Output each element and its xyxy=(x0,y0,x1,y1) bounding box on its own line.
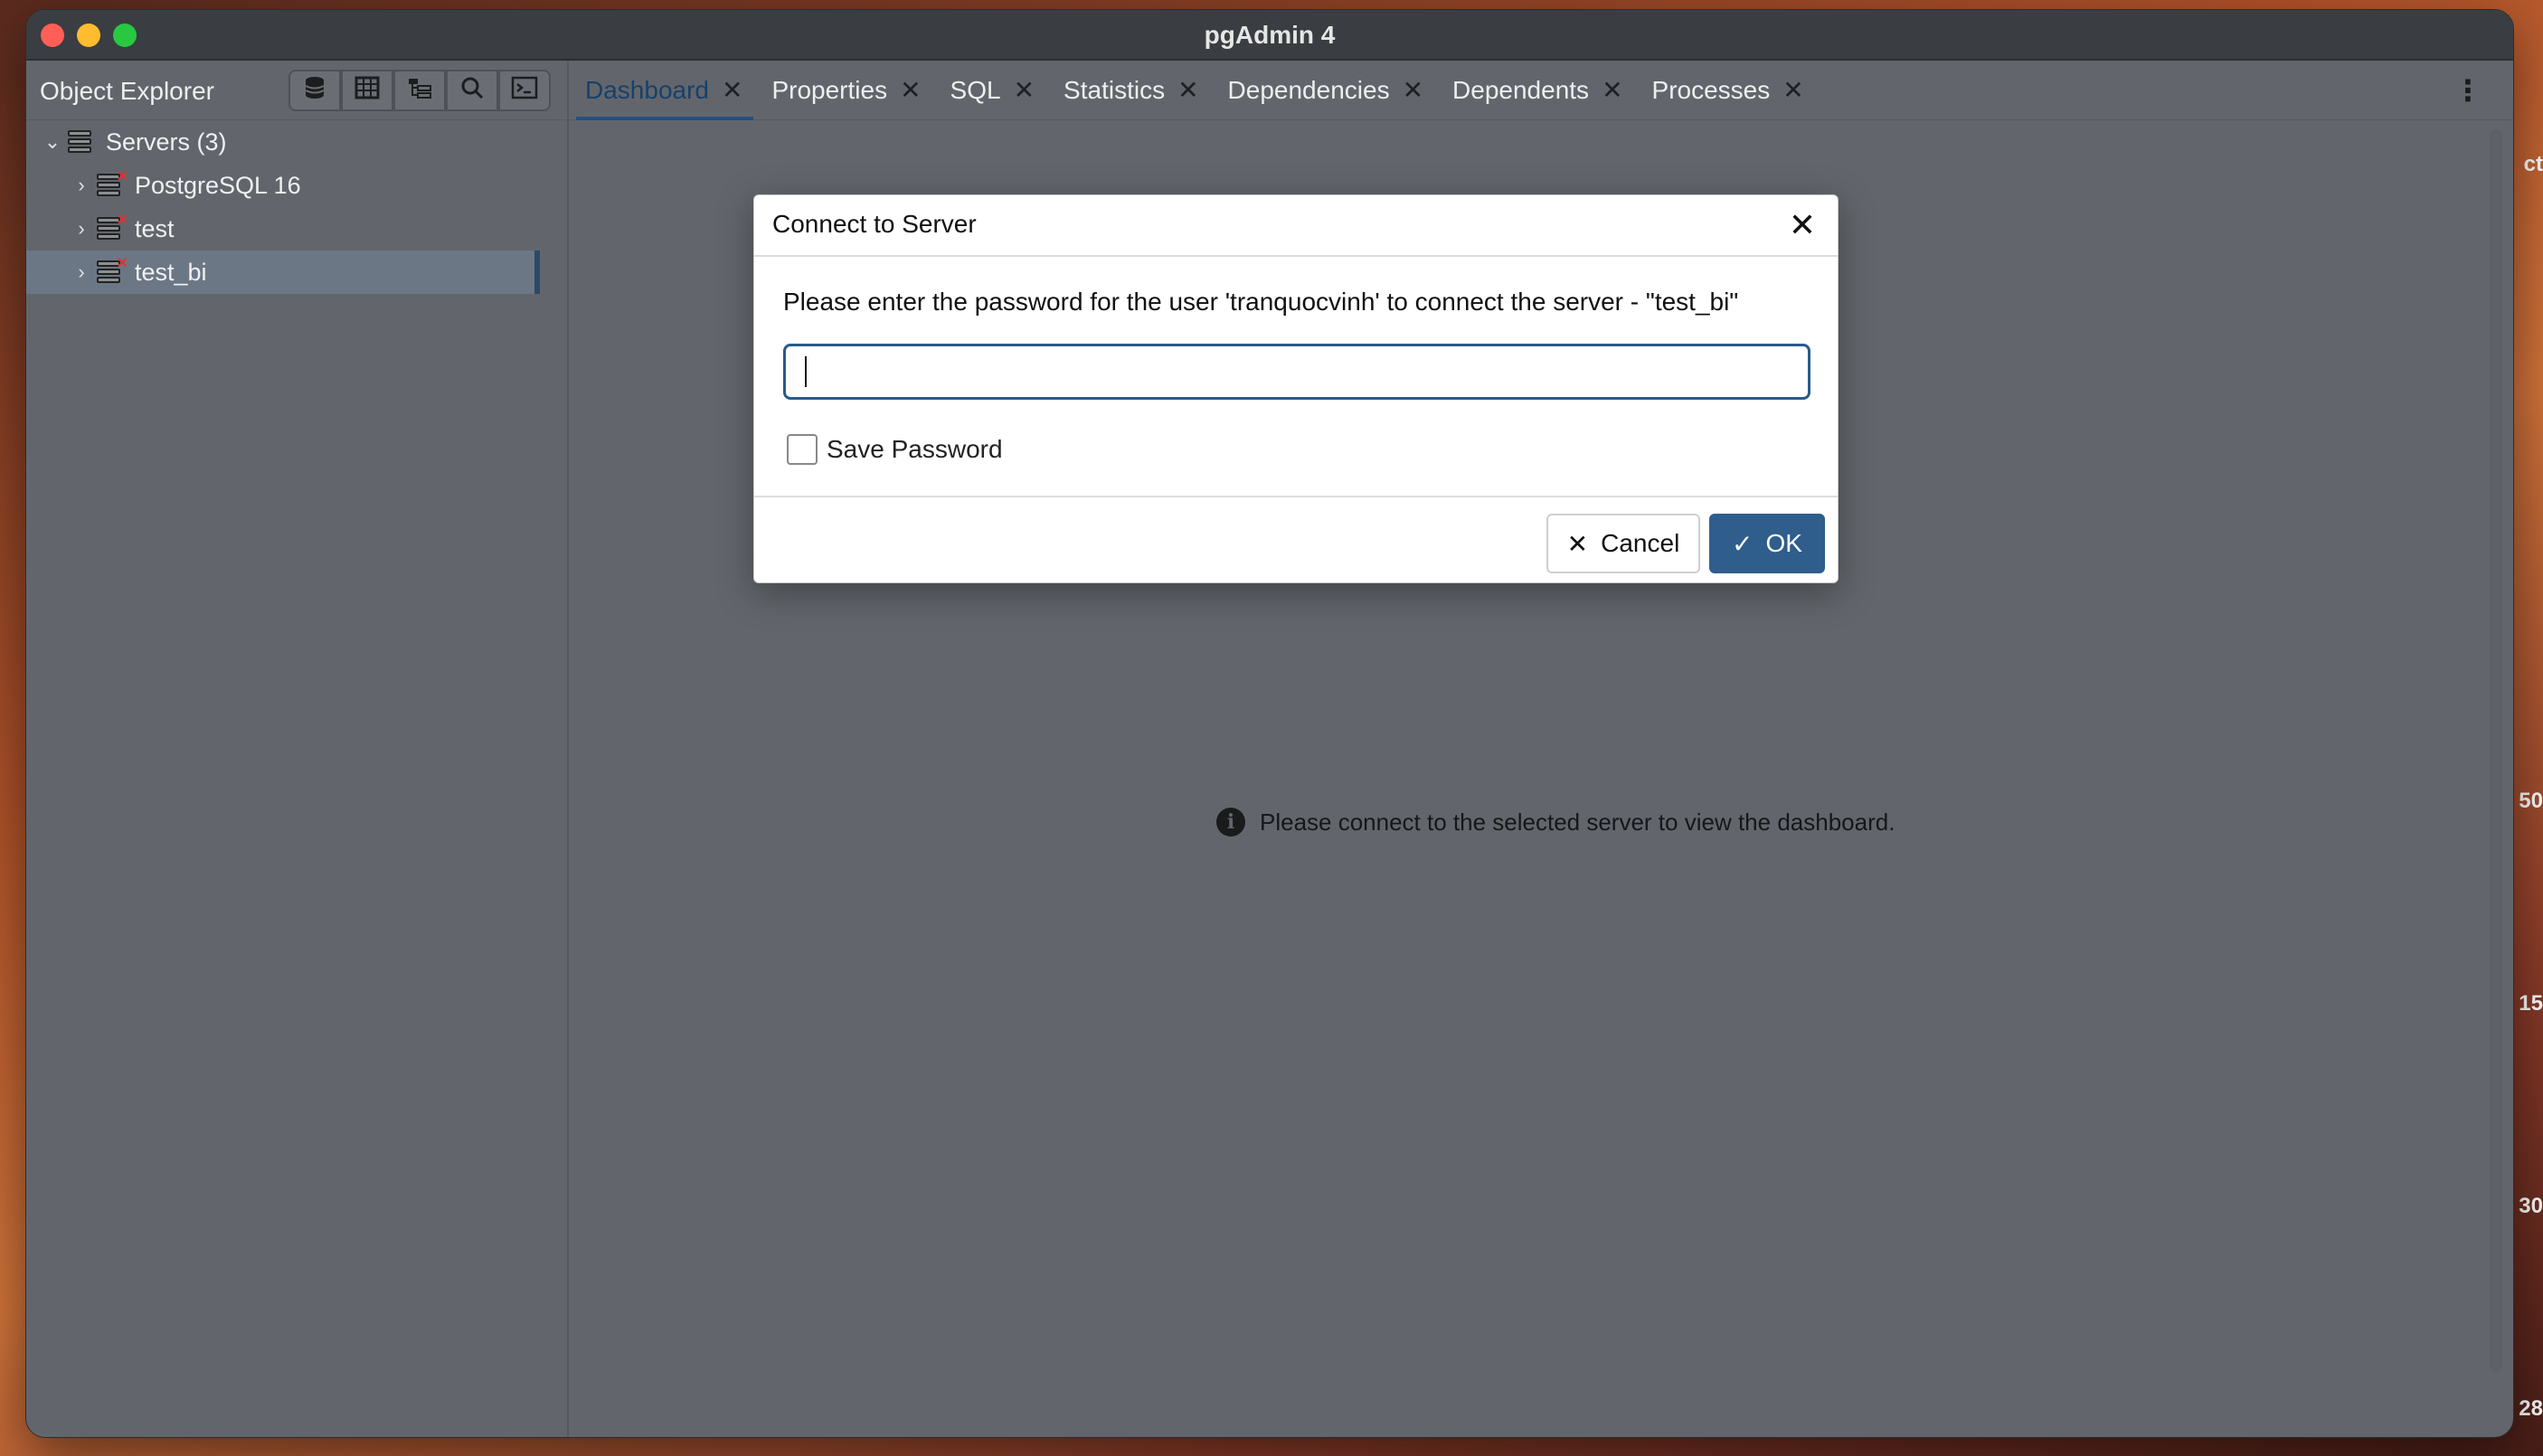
object-tree: ⌄ Servers (3) › × PostgreSQL 16 › × test xyxy=(26,120,567,294)
tab-processes[interactable]: Processes ✕ xyxy=(1652,61,1815,120)
tab-statistics[interactable]: Statistics ✕ xyxy=(1064,61,1210,120)
tree-node-label: Servers (3) xyxy=(106,128,227,156)
chevron-down-icon[interactable]: ⌄ xyxy=(39,130,66,154)
tab-label: Dashboard xyxy=(585,75,709,104)
close-icon[interactable]: ✕ xyxy=(1177,75,1198,105)
server-group-icon xyxy=(66,128,97,156)
dashboard-message: i Please connect to the selected server … xyxy=(1216,808,1895,837)
terminal-icon xyxy=(511,76,538,106)
dialog-title: Connect to Server xyxy=(772,210,977,238)
desktop-edge-text: 30 xyxy=(2519,1194,2543,1218)
tab-label: Dependents xyxy=(1452,75,1590,104)
chevron-right-icon[interactable]: › xyxy=(68,260,95,284)
tab-label: Processes xyxy=(1651,75,1771,104)
ok-button[interactable]: ✓ OK xyxy=(1709,514,1825,573)
close-icon[interactable]: ✕ xyxy=(900,75,921,105)
dialog-body: Please enter the password for the user '… xyxy=(754,257,1838,497)
cancel-button[interactable]: ✕ Cancel xyxy=(1546,514,1700,573)
dashboard-message-text: Please connect to the selected server to… xyxy=(1260,808,1895,836)
view-data-button[interactable] xyxy=(341,70,393,111)
save-password-checkbox[interactable] xyxy=(787,434,818,465)
object-explorer-title: Object Explorer xyxy=(40,77,214,105)
close-icon[interactable]: ✕ xyxy=(1602,75,1622,105)
psql-tool-button[interactable] xyxy=(498,70,551,111)
tab-dependencies[interactable]: Dependencies ✕ xyxy=(1228,61,1435,120)
tree-node-server[interactable]: › × test xyxy=(26,207,567,251)
desktop-edge-text: ct xyxy=(2523,152,2543,176)
tree-icon xyxy=(407,76,432,106)
text-caret xyxy=(805,356,807,387)
save-password-row[interactable]: Save Password xyxy=(787,434,1003,465)
table-icon xyxy=(355,76,380,106)
close-icon[interactable]: ✕ xyxy=(1782,75,1803,105)
tab-dashboard[interactable]: Dashboard ✕ xyxy=(575,61,754,120)
close-icon: ✕ xyxy=(1566,529,1589,558)
save-password-label: Save Password xyxy=(827,435,1003,463)
tree-node-label: PostgreSQL 16 xyxy=(135,171,301,199)
close-icon[interactable]: ✕ xyxy=(722,75,742,105)
dialog-message: Please enter the password for the user '… xyxy=(783,288,1739,316)
filtered-rows-button[interactable] xyxy=(393,70,446,111)
object-explorer-header: Object Explorer xyxy=(26,61,567,120)
tab-sql[interactable]: SQL ✕ xyxy=(950,61,1046,120)
chevron-right-icon[interactable]: › xyxy=(68,217,95,241)
title-bar: pgAdmin 4 xyxy=(26,10,2513,61)
server-disconnected-icon: × xyxy=(95,166,128,199)
more-options-icon[interactable]: ⋮ xyxy=(2453,73,2482,108)
chevron-right-icon[interactable]: › xyxy=(68,174,95,197)
cancel-button-label: Cancel xyxy=(1601,529,1680,557)
tab-label: Dependencies xyxy=(1227,75,1390,104)
object-explorer-toolbar xyxy=(288,70,551,111)
tab-dependents[interactable]: Dependents ✕ xyxy=(1452,61,1633,120)
server-disconnected-icon: × xyxy=(95,253,128,286)
search-icon xyxy=(460,76,484,106)
window-title: pgAdmin 4 xyxy=(1204,21,1336,49)
tab-label: Properties xyxy=(771,75,888,104)
dialog-header: Connect to Server ✕ xyxy=(754,195,1838,257)
desktop-edge-text: 15 xyxy=(2519,991,2543,1016)
dialog-footer: ✕ Cancel ✓ OK xyxy=(754,497,1838,584)
query-tool-button[interactable] xyxy=(288,70,341,111)
object-explorer-panel: Object Explorer ⌄ Servers (3) › × Postgr… xyxy=(26,61,569,1437)
tree-node-servers[interactable]: ⌄ Servers (3) xyxy=(26,120,567,164)
tree-node-server-selected[interactable]: › × test_bi xyxy=(26,251,540,294)
app-window: pgAdmin 4 Object Explorer ⌄ Servers (3) … xyxy=(25,9,2514,1438)
tree-node-server[interactable]: › × PostgreSQL 16 xyxy=(26,164,567,207)
connect-to-server-dialog: Connect to Server ✕ Please enter the pas… xyxy=(753,194,1839,583)
info-icon: i xyxy=(1216,808,1245,837)
close-icon[interactable]: ✕ xyxy=(1789,206,1816,244)
password-field[interactable] xyxy=(783,344,1810,400)
search-objects-button[interactable] xyxy=(446,70,498,111)
tree-node-label: test_bi xyxy=(135,258,207,286)
close-icon[interactable]: ✕ xyxy=(1403,75,1423,105)
checkmark-icon: ✓ xyxy=(1732,529,1754,558)
server-disconnected-icon: × xyxy=(95,210,128,242)
tab-label: SQL xyxy=(950,75,1001,104)
tab-label: Statistics xyxy=(1064,75,1166,104)
close-icon[interactable]: ✕ xyxy=(1014,75,1035,105)
desktop-edge-text: 28 xyxy=(2519,1396,2543,1421)
tree-node-label: test xyxy=(135,214,175,242)
ok-button-label: OK xyxy=(1765,529,1802,557)
tab-properties[interactable]: Properties ✕ xyxy=(771,61,931,120)
database-icon xyxy=(303,75,326,107)
desktop-edge-text: 50 xyxy=(2519,789,2543,813)
scrollbar[interactable] xyxy=(2490,129,2502,1372)
tab-bar: Dashboard ✕ Properties ✕ SQL ✕ Statistic… xyxy=(569,61,2513,120)
